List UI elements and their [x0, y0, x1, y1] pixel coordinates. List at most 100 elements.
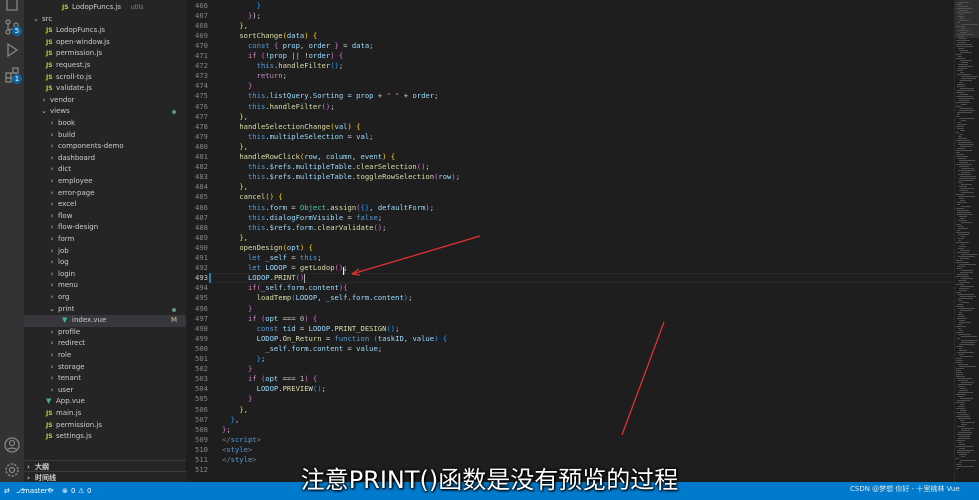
code-line[interactable]: this.listQuery.Sorting = prop + " " + or…	[222, 91, 438, 101]
tree-folder[interactable]: › login	[24, 269, 186, 281]
code-line[interactable]: };	[222, 425, 231, 435]
tree-file[interactable]: JS validate.js	[24, 83, 186, 95]
tree-folder[interactable]: › components-demo	[24, 141, 186, 153]
chevron-right-icon: ›	[50, 362, 54, 371]
code-line[interactable]: },	[222, 112, 248, 122]
code-line[interactable]: }	[222, 81, 252, 91]
code-line[interactable]: },	[222, 142, 248, 152]
code-line[interactable]: this.handleFilter();	[222, 61, 344, 71]
code-line[interactable]: }	[222, 1, 261, 11]
tree-file[interactable]: ▼ index.vue M	[24, 315, 186, 327]
tree-folder[interactable]: › error-page	[24, 188, 186, 200]
code-line[interactable]: this.multipleSelection = val;	[222, 132, 374, 142]
tree-folder[interactable]: › book	[24, 118, 186, 130]
tree-folder[interactable]: › user	[24, 385, 186, 397]
tree-folder[interactable]: › menu	[24, 280, 186, 292]
tree-item-label: tenant	[58, 374, 81, 383]
tree-file[interactable]: JS main.js	[24, 408, 186, 420]
account-icon[interactable]	[3, 436, 21, 454]
code-editor[interactable]: 466 } 467 }); 468 }, 469 sortChange(data) {…	[186, 0, 954, 482]
tree-folder[interactable]: › flow	[24, 211, 186, 223]
tree-folder[interactable]: › excel	[24, 199, 186, 211]
code-line[interactable]: LODOP.PREVIEW();	[222, 384, 326, 394]
tree-folder[interactable]: ⌄ print	[24, 304, 186, 316]
line-number: 500	[195, 343, 208, 353]
code-line[interactable]: if (opt === 0) {	[222, 314, 317, 324]
tree-folder[interactable]: › employee	[24, 176, 186, 188]
code-line[interactable]: }	[222, 364, 252, 374]
code-line[interactable]: </script>	[222, 435, 261, 445]
code-line[interactable]: if (opt === 1) {	[222, 374, 317, 384]
code-line[interactable]: },	[222, 21, 248, 31]
code-line[interactable]: this.$refs.multipleTable.toggleRowSelect…	[222, 172, 460, 182]
tree-folder[interactable]: › flow-design	[24, 222, 186, 234]
code-line[interactable]: this.form = Object.assign({}, defaultFor…	[222, 203, 434, 213]
code-line[interactable]: sortChange(data) {	[222, 31, 317, 41]
tree-folder[interactable]: › dict	[24, 164, 186, 176]
run-debug-icon[interactable]	[3, 41, 21, 59]
tree-folder[interactable]: › storage	[24, 362, 186, 374]
code-line[interactable]: LODOP.On_Return = function (taskID, valu…	[222, 334, 447, 344]
tree-folder[interactable]: › tenant	[24, 373, 186, 385]
code-line[interactable]: loadTemp(LODOP, _self.form.content);	[222, 293, 413, 303]
code-line[interactable]: if (!prop || !order) {	[222, 51, 343, 61]
code-line[interactable]: };	[222, 354, 266, 364]
code-line[interactable]: },	[222, 233, 248, 243]
code-line[interactable]: const tid = LODOP.PRINT_DESIGN();	[222, 324, 400, 334]
code-line[interactable]: const { prop, order } = data;	[222, 41, 374, 51]
tree-folder[interactable]: › profile	[24, 327, 186, 339]
tree-file[interactable]: JS LodopFuncs.js utils	[24, 2, 186, 14]
chevron-right-icon: ›	[50, 130, 54, 139]
code-line[interactable]: },	[222, 182, 248, 192]
tree-folder[interactable]: › vendor	[24, 95, 186, 107]
tree-file[interactable]: JS permission.js	[24, 48, 186, 60]
code-line[interactable]: });	[222, 11, 261, 21]
tree-folder[interactable]: ⌄ src	[24, 14, 186, 26]
tree-folder[interactable]: › dashboard	[24, 153, 186, 165]
tree-file[interactable]: JS scroll-to.js	[24, 72, 186, 84]
tree-file[interactable]: JS LodopFuncs.js	[24, 25, 186, 37]
code-line[interactable]: cancel() {	[222, 192, 282, 202]
code-line[interactable]: let LODOP = getLodop();	[222, 263, 348, 273]
tree-folder[interactable]: › build	[24, 130, 186, 142]
tree-folder[interactable]: › form	[24, 234, 186, 246]
tree-file[interactable]: JS permission.js	[24, 420, 186, 432]
tree-item-label: employee	[58, 177, 93, 185]
code-line[interactable]: this.handleFilter();	[222, 102, 335, 112]
code-line[interactable]: },	[222, 415, 240, 425]
code-line[interactable]: LODOP.PRINT()	[222, 273, 304, 283]
code-line[interactable]: <style>	[222, 445, 252, 455]
minimap[interactable]	[954, 0, 979, 482]
code-line[interactable]: this.$refs.form.clearValidate();	[222, 223, 387, 233]
code-line[interactable]: _self.form.content = value;	[222, 344, 382, 354]
code-line[interactable]: handleSelectionChange(val) {	[222, 122, 360, 132]
tree-item-label: components-demo	[58, 142, 124, 151]
code-line[interactable]: }	[222, 304, 252, 314]
code-line[interactable]: openDesign(opt) {	[222, 243, 313, 253]
tree-item-label: dict	[58, 165, 71, 174]
tree-item-label: form	[58, 235, 75, 243]
tree-folder[interactable]: › log	[24, 257, 186, 269]
code-line[interactable]: return;	[222, 71, 287, 81]
tree-item-label: main.js	[56, 409, 82, 417]
line-number: 475	[195, 91, 208, 101]
tree-file[interactable]: JS open-window.js	[24, 37, 186, 49]
js-file-icon: JS	[46, 50, 53, 58]
tree-folder[interactable]: › org	[24, 292, 186, 304]
code-line[interactable]: },	[222, 405, 248, 415]
tree-folder[interactable]: › redirect	[24, 338, 186, 350]
tree-folder[interactable]: › job	[24, 246, 186, 258]
tree-file[interactable]: JS settings.js	[24, 431, 186, 443]
code-line[interactable]: this.dialogFormVisible = false;	[222, 213, 382, 223]
explorer-icon[interactable]	[3, 0, 21, 12]
tree-folder[interactable]: ⌄ views	[24, 106, 186, 118]
tree-folder[interactable]: › role	[24, 350, 186, 362]
code-line[interactable]: if(_self.form.content){	[222, 283, 348, 293]
code-line[interactable]: handleRowClick(row, column, event) {	[222, 152, 395, 162]
code-line[interactable]: }	[222, 394, 252, 404]
tree-file[interactable]: JS request.js	[24, 60, 186, 72]
code-line[interactable]: this.$refs.multipleTable.clearSelection(…	[222, 162, 430, 172]
code-line[interactable]: let _self = this;	[222, 253, 322, 263]
tree-item-label: App.vue	[56, 397, 85, 406]
tree-file[interactable]: ▼ App.vue	[24, 396, 186, 408]
